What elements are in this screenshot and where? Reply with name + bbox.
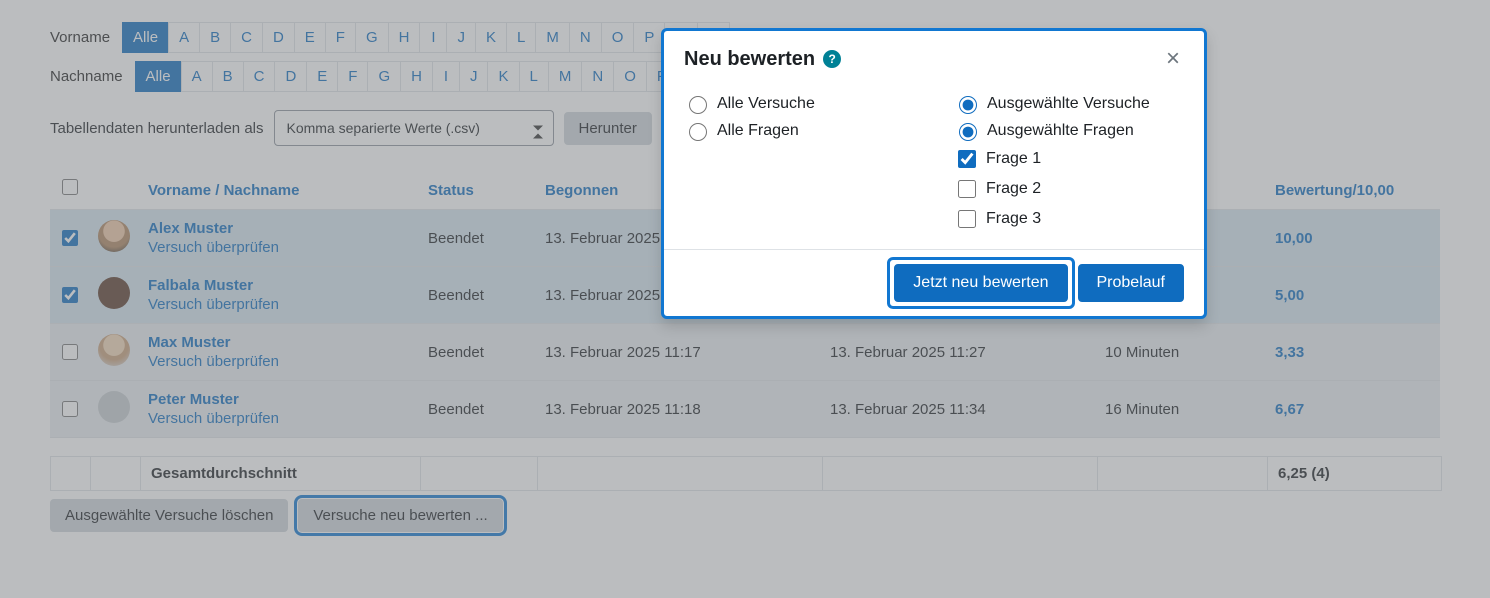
question-checkbox-2[interactable]: Frage 2 bbox=[954, 177, 1184, 201]
radio-all-questions[interactable]: Alle Fragen bbox=[684, 120, 914, 141]
modal-title: Neu bewerten bbox=[684, 48, 815, 71]
help-icon[interactable]: ? bbox=[823, 50, 841, 68]
question-checkbox-3[interactable]: Frage 3 bbox=[954, 207, 1184, 231]
close-icon[interactable]: × bbox=[1162, 47, 1184, 71]
radio-selected-attempts[interactable]: Ausgewählte Versuche bbox=[954, 93, 1184, 114]
question-checkbox-1[interactable]: Frage 1 bbox=[954, 147, 1184, 171]
radio-all-attempts[interactable]: Alle Versuche bbox=[684, 93, 914, 114]
regrade-modal: Neu bewerten ? × Alle Versuche Alle Frag… bbox=[661, 28, 1207, 319]
dry-run-button[interactable]: Probelauf bbox=[1078, 264, 1185, 302]
regrade-now-button[interactable]: Jetzt neu bewerten bbox=[894, 264, 1067, 302]
radio-selected-questions[interactable]: Ausgewählte Fragen bbox=[954, 120, 1184, 141]
